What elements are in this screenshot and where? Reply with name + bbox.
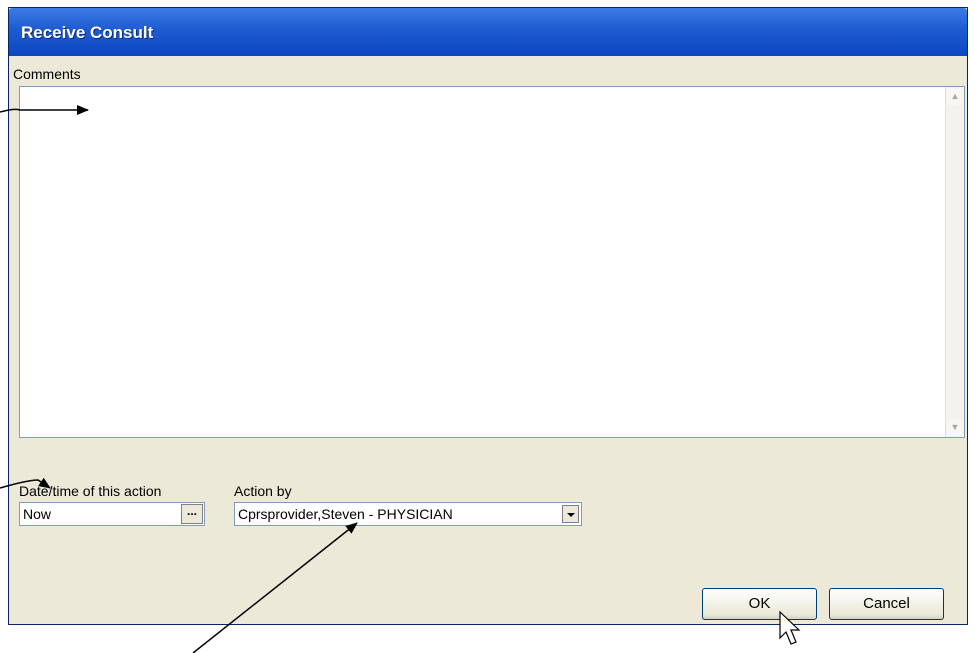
comments-scrollbar[interactable]: ▲ ▼ (945, 87, 964, 437)
dialog-title: Receive Consult (21, 23, 154, 42)
ok-button[interactable]: OK (702, 588, 817, 620)
action-by-select[interactable]: Cprsprovider,Steven - PHYSICIAN (234, 502, 582, 526)
comments-textarea[interactable]: ▲ ▼ (19, 86, 965, 438)
datetime-value: Now (23, 506, 52, 522)
cancel-button[interactable]: Cancel (829, 588, 944, 620)
datetime-input[interactable]: Now ... (19, 502, 205, 526)
receive-consult-dialog: Receive Consult Comments ▲ ▼ Date/time o… (8, 7, 968, 625)
action-by-value: Cprsprovider,Steven - PHYSICIAN (238, 506, 453, 522)
action-by-label: Action by (234, 483, 292, 499)
title-bar[interactable]: Receive Consult (9, 8, 967, 56)
chevron-up-icon[interactable]: ▲ (947, 88, 963, 105)
dropdown-arrow-icon[interactable] (562, 505, 579, 523)
datetime-picker-button[interactable]: ... (181, 504, 203, 524)
chevron-down-icon[interactable]: ▼ (947, 419, 963, 436)
datetime-label: Date/time of this action (19, 483, 162, 499)
comments-label: Comments (13, 66, 81, 82)
